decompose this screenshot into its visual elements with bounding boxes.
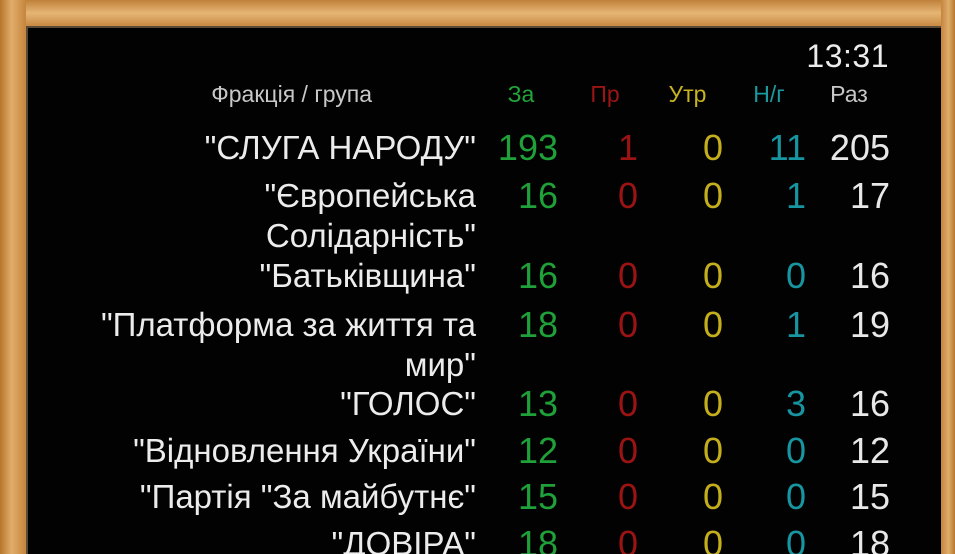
- votes-ng: 0: [785, 255, 806, 296]
- faction-name: "СЛУГА НАРОДУ": [204, 129, 476, 166]
- faction-name: "Відновлення України": [133, 432, 476, 469]
- header-pr: Пр: [590, 81, 620, 107]
- faction-name-continued: мир": [404, 346, 476, 383]
- votes-za: 12: [517, 430, 558, 471]
- header-za: За: [507, 81, 535, 107]
- votes-ng: 1: [785, 304, 806, 345]
- votes-pr: 0: [617, 383, 638, 424]
- faction-name: "ГОЛОС": [340, 385, 476, 422]
- votes-ng: 0: [785, 430, 806, 471]
- votes-za: 16: [517, 255, 558, 296]
- votes-raz: 205: [829, 127, 890, 168]
- votes-ng: 3: [785, 383, 806, 424]
- votes-utr: 0: [702, 383, 723, 424]
- votes-pr: 1: [617, 127, 638, 168]
- voting-results-screen: 13:31 Фракція / група За Пр Утр Н/г Раз …: [26, 26, 941, 554]
- votes-utr: 0: [702, 430, 723, 471]
- votes-za: 18: [517, 304, 558, 345]
- votes-raz: 12: [849, 430, 890, 471]
- header-faction: Фракція / група: [211, 81, 372, 107]
- votes-raz: 15: [849, 476, 890, 517]
- frame-top-edge: [0, 0, 955, 26]
- votes-utr: 0: [702, 255, 723, 296]
- votes-pr: 0: [617, 175, 638, 216]
- votes-ng: 11: [768, 127, 806, 168]
- votes-pr: 0: [617, 255, 638, 296]
- votes-pr: 0: [617, 304, 638, 345]
- votes-pr: 0: [617, 476, 638, 517]
- votes-za: 16: [517, 175, 558, 216]
- votes-utr: 0: [702, 523, 723, 554]
- votes-za: 193: [497, 127, 558, 168]
- votes-za: 15: [517, 476, 558, 517]
- faction-name: "Платформа за життя та: [100, 306, 476, 343]
- clock: 13:31: [806, 38, 889, 74]
- votes-utr: 0: [702, 175, 723, 216]
- votes-raz: 19: [849, 304, 890, 345]
- votes-ng: 1: [785, 175, 806, 216]
- votes-utr: 0: [702, 127, 723, 168]
- frame-right-edge: [941, 0, 955, 554]
- votes-raz: 16: [849, 255, 890, 296]
- votes-raz: 17: [849, 175, 890, 216]
- votes-ng: 0: [785, 523, 806, 554]
- votes-ng: 0: [785, 476, 806, 517]
- votes-za: 13: [517, 383, 558, 424]
- faction-name: "ДОВІРА": [331, 525, 476, 554]
- faction-name: "Європейська: [264, 177, 476, 214]
- header-raz: Раз: [830, 81, 868, 107]
- faction-name-continued: Солідарність": [265, 217, 476, 254]
- faction-name: "Партія "За майбутнє": [139, 478, 476, 515]
- board-frame: 13:31 Фракція / група За Пр Утр Н/г Раз …: [0, 0, 955, 554]
- header-utr: Утр: [668, 81, 707, 107]
- header-ng: Н/г: [753, 81, 785, 107]
- votes-raz: 18: [849, 523, 890, 554]
- frame-left-edge: [0, 0, 26, 554]
- votes-pr: 0: [617, 430, 638, 471]
- votes-za: 18: [517, 523, 558, 554]
- votes-pr: 0: [617, 523, 638, 554]
- votes-utr: 0: [702, 476, 723, 517]
- votes-raz: 16: [849, 383, 890, 424]
- votes-utr: 0: [702, 304, 723, 345]
- faction-name: "Батьківщина": [259, 257, 476, 294]
